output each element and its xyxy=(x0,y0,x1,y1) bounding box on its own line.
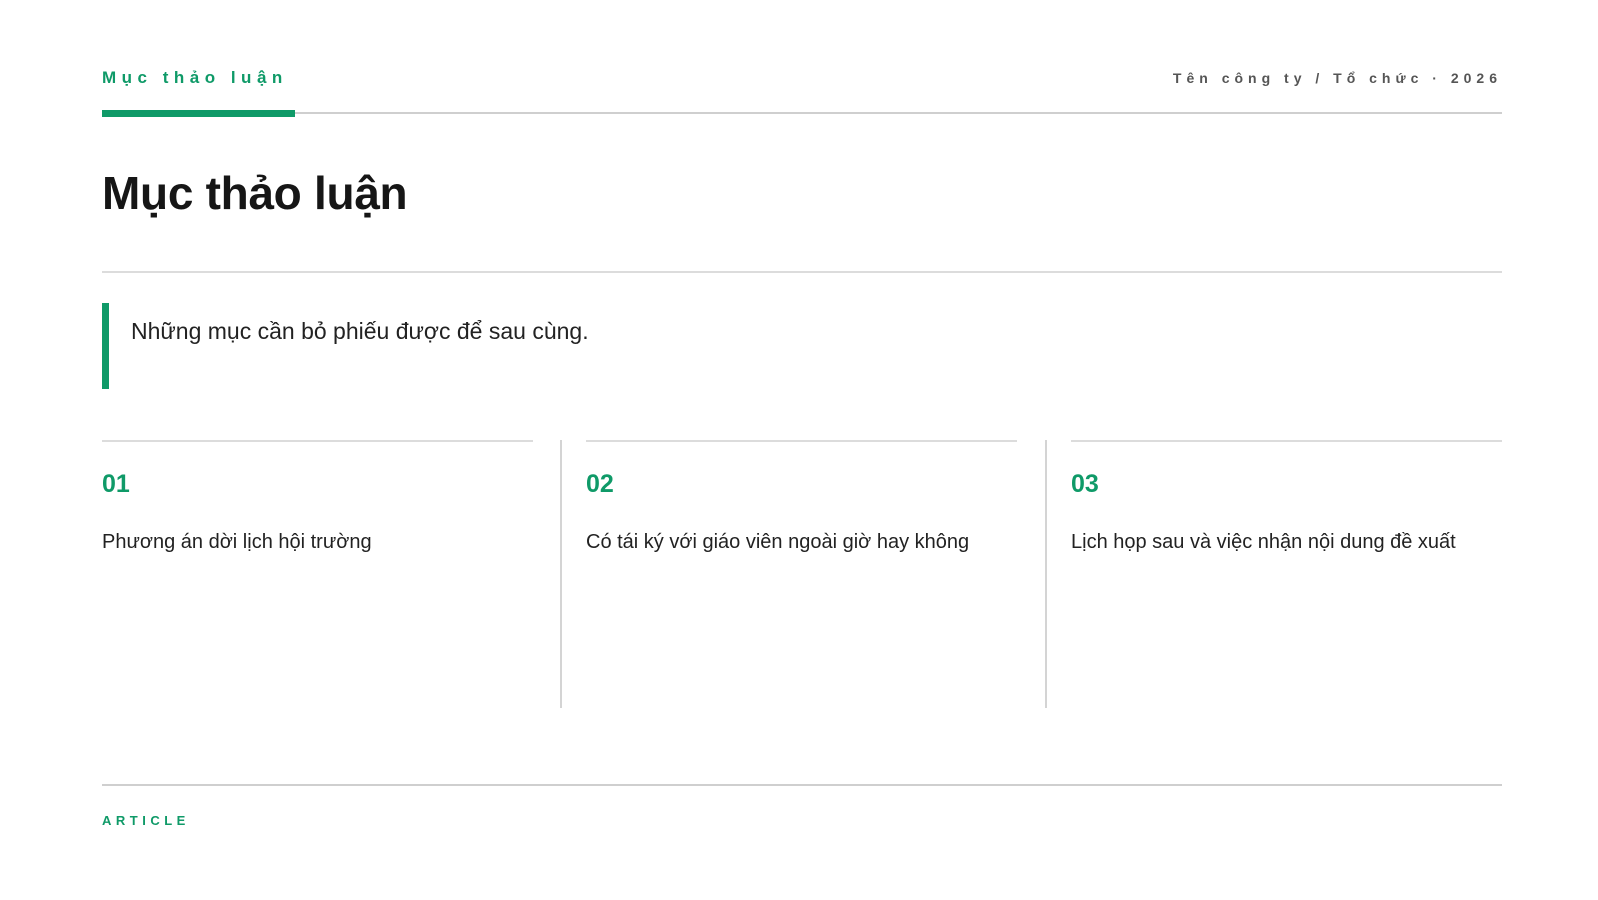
item-card-top-rule xyxy=(1071,440,1502,442)
item-card-2: 02 Có tái ký với giáo viên ngoài giờ hay… xyxy=(586,440,1017,708)
header: Mục thảo luận Tên công ty / Tổ chức · 20… xyxy=(102,68,1502,117)
item-card-1: 01 Phương án dời lịch hội trường xyxy=(102,440,533,708)
item-number: 02 xyxy=(586,470,614,498)
header-divider xyxy=(102,112,1502,114)
item-card-top-rule xyxy=(102,440,533,442)
slide: Mục thảo luận Tên công ty / Tổ chức · 20… xyxy=(0,0,1598,900)
footer-label: ARTICLE xyxy=(102,813,190,828)
column-divider xyxy=(1045,440,1047,708)
item-card-3: 03 Lịch họp sau và việc nhận nội dung đề… xyxy=(1071,440,1502,708)
section-label: Mục thảo luận xyxy=(102,68,288,87)
item-text: Có tái ký với giáo viên ngoài giờ hay kh… xyxy=(586,531,970,553)
column-divider xyxy=(560,440,562,708)
item-columns: 01 Phương án dời lịch hội trường 02 Có t… xyxy=(102,440,1502,708)
callout: Những mục cần bỏ phiếu được để sau cùng. xyxy=(102,303,1502,389)
header-accent-bar xyxy=(102,110,295,117)
callout-text: Những mục cần bỏ phiếu được để sau cùng. xyxy=(131,318,589,344)
item-card-top-rule xyxy=(586,440,1017,442)
footer-divider xyxy=(102,784,1502,786)
callout-accent-bar xyxy=(102,303,109,389)
item-text: Phương án dời lịch hội trường xyxy=(102,531,372,553)
organization-label: Tên công ty / Tổ chức · 2026 xyxy=(1172,70,1502,86)
item-number: 03 xyxy=(1071,470,1099,498)
title-divider xyxy=(102,271,1502,273)
item-number: 01 xyxy=(102,470,130,498)
item-text: Lịch họp sau và việc nhận nội dung đề xu… xyxy=(1071,531,1456,553)
page-title: Mục thảo luận xyxy=(102,167,408,219)
